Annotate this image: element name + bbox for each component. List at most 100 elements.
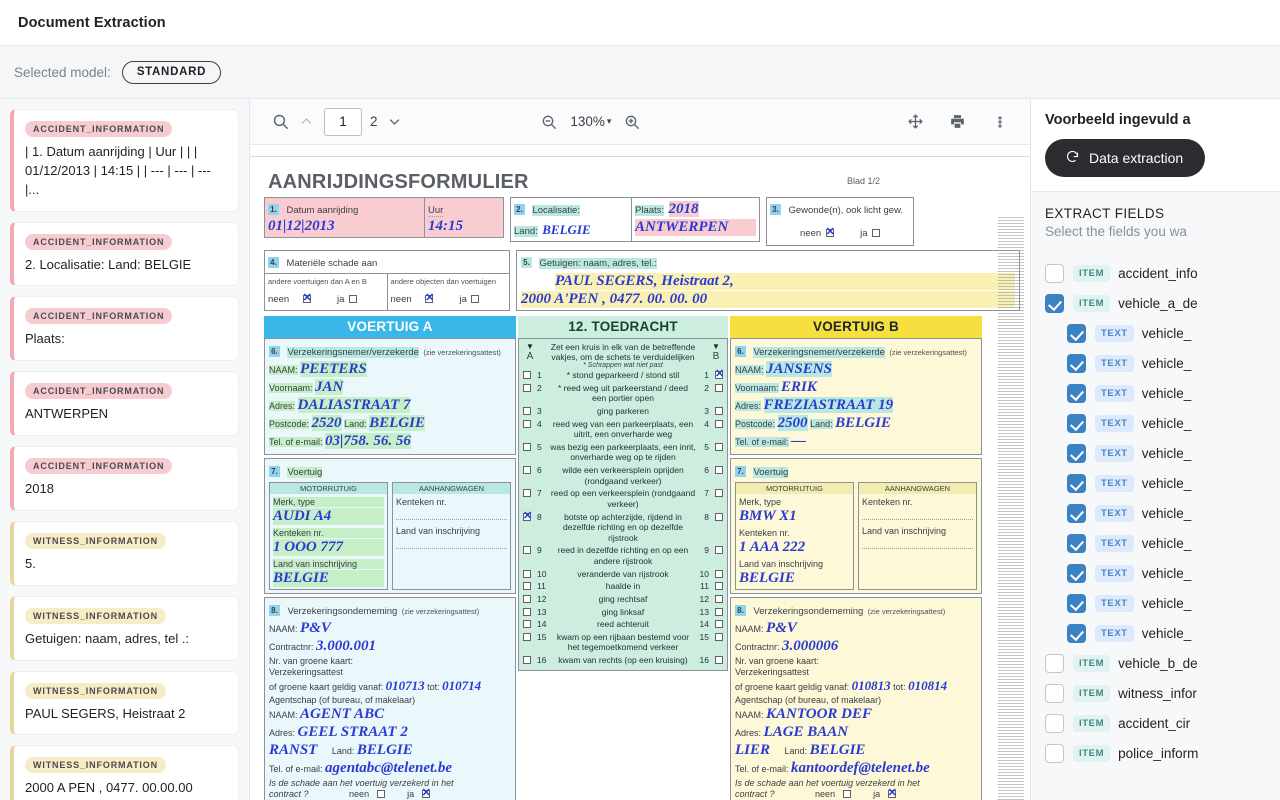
extract-field-row[interactable]: TEXT vehicle_ xyxy=(1045,498,1266,528)
field-checkbox[interactable] xyxy=(1067,473,1086,493)
print-icon[interactable] xyxy=(945,109,971,135)
checkbox-b[interactable] xyxy=(715,582,723,591)
checkbox-ja[interactable] xyxy=(471,295,480,303)
extract-field-row[interactable]: ITEM witness_infor xyxy=(1045,678,1266,708)
field-checkbox[interactable] xyxy=(1045,653,1064,673)
extract-field-row[interactable]: TEXT vehicle_ xyxy=(1045,468,1266,498)
extraction-result-card[interactable]: ACCIDENT_INFORMATION 2018 xyxy=(10,446,239,511)
checkbox-a[interactable] xyxy=(523,656,531,664)
extract-field-row[interactable]: ITEM vehicle_a_de xyxy=(1045,288,1266,318)
checkbox-a[interactable] xyxy=(523,466,531,474)
checkbox-a[interactable] xyxy=(523,582,531,591)
extract-field-row[interactable]: TEXT vehicle_ xyxy=(1045,558,1266,588)
checkbox-a[interactable] xyxy=(523,509,532,522)
extract-field-row[interactable]: ITEM accident_cir xyxy=(1045,708,1266,738)
checkbox-a[interactable] xyxy=(523,594,531,603)
checkbox-b[interactable] xyxy=(715,367,724,380)
search-icon[interactable] xyxy=(267,109,293,135)
extraction-result-card[interactable]: ACCIDENT_INFORMATION | 1. Datum aanrijdin… xyxy=(10,109,239,212)
extraction-result-card[interactable]: ACCIDENT_INFORMATION ANTWERPEN xyxy=(10,371,239,437)
checkbox-ja[interactable] xyxy=(871,229,880,237)
field-checkbox[interactable] xyxy=(1067,383,1086,403)
chevron-up-icon[interactable] xyxy=(293,109,319,135)
extraction-result-card[interactable]: WITNESS_INFORMATION Getuigen: naam, adres… xyxy=(10,595,239,661)
checkbox-b[interactable] xyxy=(715,406,723,415)
extraction-result-card[interactable]: ACCIDENT_INFORMATION 2. Localisatie: Land… xyxy=(10,221,239,287)
checkbox-a[interactable] xyxy=(523,569,531,578)
checkbox-a[interactable] xyxy=(523,607,531,616)
checkbox-b[interactable] xyxy=(715,489,723,498)
extract-field-row[interactable]: TEXT vehicle_ xyxy=(1045,378,1266,408)
extraction-results-pane[interactable]: ACCIDENT_INFORMATION | 1. Datum aanrijdin… xyxy=(0,99,250,800)
checkbox-ja[interactable] xyxy=(887,786,897,799)
model-chip-standard[interactable]: STANDARD xyxy=(121,60,222,84)
zoom-in-icon[interactable] xyxy=(619,109,645,135)
zoom-level-label[interactable]: 130% xyxy=(570,114,605,129)
chevron-down-icon[interactable]: ▾ xyxy=(607,116,612,127)
extract-fields-list[interactable]: ITEM accident_info ITEM vehicle_a_de TEXT veh… xyxy=(1045,258,1266,768)
checkbox-b[interactable] xyxy=(715,442,723,451)
checkbox-b[interactable] xyxy=(715,546,723,555)
field-checkbox[interactable] xyxy=(1067,623,1086,643)
extract-field-row[interactable]: TEXT vehicle_ xyxy=(1045,408,1266,438)
checkbox-b[interactable] xyxy=(715,419,723,428)
extract-field-row[interactable]: ITEM accident_info xyxy=(1045,258,1266,288)
field-checkbox[interactable] xyxy=(1067,353,1086,373)
checkbox-neen[interactable] xyxy=(425,291,434,304)
checkbox-a[interactable] xyxy=(523,383,531,392)
page-number-input[interactable] xyxy=(324,107,362,136)
field-checkbox[interactable] xyxy=(1067,563,1086,583)
checkbox-neen[interactable] xyxy=(302,291,312,304)
checkbox-a[interactable] xyxy=(523,632,531,641)
checkbox-a[interactable] xyxy=(523,371,531,379)
extract-field-row[interactable]: TEXT vehicle_ xyxy=(1045,618,1266,648)
checkbox-ja[interactable] xyxy=(421,786,431,799)
field-checkbox[interactable] xyxy=(1045,263,1064,283)
pan-tool-icon[interactable] xyxy=(903,109,929,135)
extract-field-row[interactable]: ITEM police_inform xyxy=(1045,738,1266,768)
checkbox-b[interactable] xyxy=(715,512,723,521)
zoom-out-icon[interactable] xyxy=(536,109,562,135)
extract-field-row[interactable]: TEXT vehicle_ xyxy=(1045,588,1266,618)
extract-field-row[interactable]: ITEM vehicle_b_de xyxy=(1045,648,1266,678)
field-checkbox[interactable] xyxy=(1045,293,1064,313)
extract-field-row[interactable]: TEXT vehicle_ xyxy=(1045,348,1266,378)
field-checkbox[interactable] xyxy=(1067,323,1086,343)
checkbox-b[interactable] xyxy=(715,620,723,629)
checkbox-b[interactable] xyxy=(715,594,723,603)
checkbox-a[interactable] xyxy=(523,489,531,498)
extract-field-row[interactable]: TEXT vehicle_ xyxy=(1045,528,1266,558)
document-scroll-area[interactable]: AANRIJDINGSFORMULIER Blad 1/2 1. Datum a… xyxy=(250,145,1030,800)
checkbox-b[interactable] xyxy=(715,656,723,664)
checkbox-neen[interactable] xyxy=(825,225,835,238)
checkbox-b[interactable] xyxy=(715,466,723,474)
checkbox-a[interactable] xyxy=(523,419,531,428)
extraction-result-card[interactable]: WITNESS_INFORMATION 2000 A PEN , 0477. 00… xyxy=(10,745,239,800)
checkbox-ja[interactable] xyxy=(348,295,357,303)
field-checkbox[interactable] xyxy=(1067,593,1086,613)
checkbox-a[interactable] xyxy=(523,442,531,451)
field-checkbox[interactable] xyxy=(1067,533,1086,553)
extract-field-row[interactable]: TEXT vehicle_ xyxy=(1045,438,1266,468)
checkbox-neen[interactable] xyxy=(376,790,385,798)
field-checkbox[interactable] xyxy=(1045,743,1064,763)
checkbox-b[interactable] xyxy=(715,632,723,641)
checkbox-a[interactable] xyxy=(523,546,531,555)
checkbox-b[interactable] xyxy=(715,383,723,392)
chevron-down-icon[interactable] xyxy=(382,109,408,135)
extract-field-row[interactable]: TEXT vehicle_ xyxy=(1045,318,1266,348)
field-checkbox[interactable] xyxy=(1067,413,1086,433)
checkbox-a[interactable] xyxy=(523,620,531,629)
extraction-result-card[interactable]: WITNESS_INFORMATION PAUL SEGERS, Heistraa… xyxy=(10,670,239,736)
checkbox-b[interactable] xyxy=(715,569,723,578)
extraction-result-card[interactable]: WITNESS_INFORMATION 5. xyxy=(10,520,239,586)
checkbox-neen[interactable] xyxy=(842,790,851,798)
checkbox-a[interactable] xyxy=(523,406,531,415)
checkbox-b[interactable] xyxy=(715,607,723,616)
data-extraction-button[interactable]: Data extraction xyxy=(1045,139,1205,177)
extraction-result-card[interactable]: ACCIDENT_INFORMATION Plaats: xyxy=(10,296,239,362)
field-checkbox[interactable] xyxy=(1045,713,1064,733)
more-vertical-icon[interactable] xyxy=(987,109,1013,135)
field-checkbox[interactable] xyxy=(1045,683,1064,703)
field-checkbox[interactable] xyxy=(1067,503,1086,523)
